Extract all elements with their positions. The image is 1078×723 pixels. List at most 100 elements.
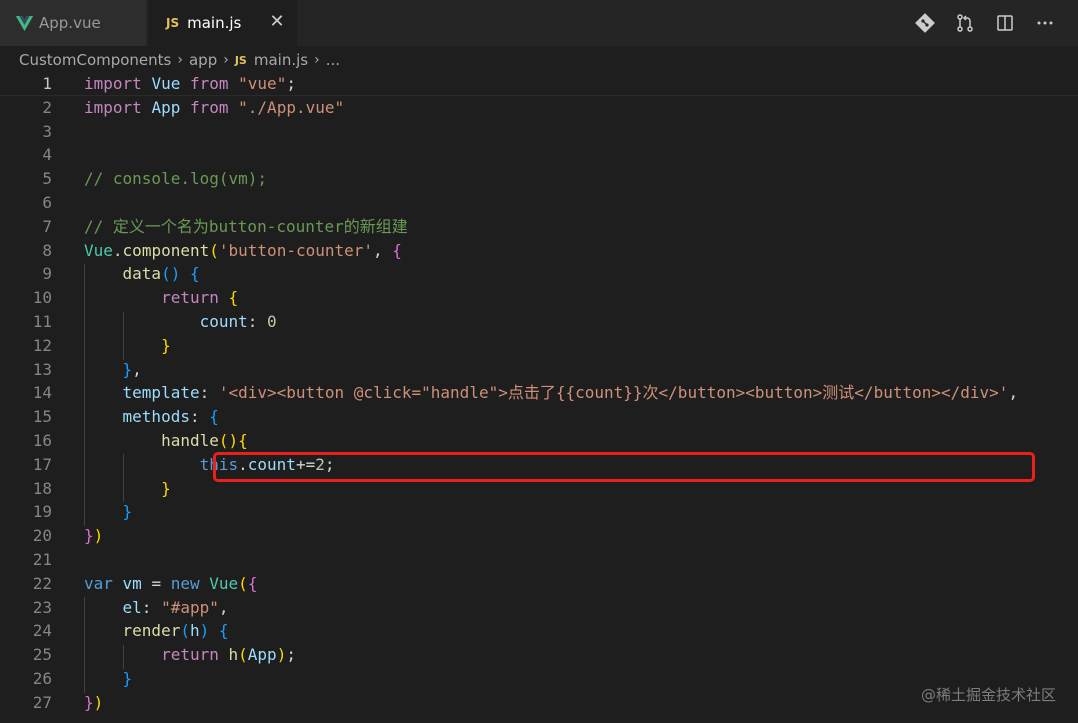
line-number: 25 <box>32 645 52 665</box>
code-token: methods <box>122 407 190 427</box>
code-token: ; <box>286 645 296 665</box>
code-token: "#app" <box>161 597 219 617</box>
code-line[interactable]: 23 el: "#app", <box>0 596 1078 620</box>
split-editor-icon[interactable] <box>994 12 1016 34</box>
code-line[interactable]: 11 count: 0 <box>0 310 1078 334</box>
code-text: el: "#app", <box>84 596 229 620</box>
code-token: render <box>122 621 181 641</box>
code-token: , <box>218 597 229 617</box>
code-line[interactable]: 9 data() { <box>0 262 1078 286</box>
code-token: Vue <box>151 74 181 93</box>
line-number: 7 <box>42 216 52 236</box>
line-number: 6 <box>42 193 52 212</box>
chevron-right-icon: › <box>223 52 229 68</box>
code-line[interactable]: 2 import App from "./App.vue" <box>0 96 1078 120</box>
line-number: 9 <box>42 264 52 284</box>
code-line[interactable]: 24 render(h) { <box>0 619 1078 643</box>
code-token: : <box>141 597 162 617</box>
pull-request-icon[interactable] <box>954 12 976 34</box>
line-number: 27 <box>32 692 52 712</box>
code-token: : <box>189 407 210 427</box>
code-text: }, <box>84 358 142 382</box>
close-icon[interactable]: ✕ <box>269 13 285 31</box>
vue-icon <box>16 15 33 31</box>
tab-app-vue[interactable]: App.vue <box>0 0 146 46</box>
code-token: 0 <box>267 312 277 331</box>
code-line[interactable]: 20}) <box>0 524 1078 548</box>
code-token: : <box>199 383 219 403</box>
code-editor[interactable]: 1 import Vue from "vue"; 2 import App from … <box>0 74 1078 723</box>
code-line[interactable]: 14 template: '<div><button @click="handl… <box>0 381 1078 405</box>
code-token: import <box>84 74 142 93</box>
code-line[interactable]: 19 } <box>0 500 1078 524</box>
code-line[interactable]: 27}) <box>0 691 1078 715</box>
highlight-box <box>213 452 1035 482</box>
more-actions-icon[interactable] <box>1034 12 1056 34</box>
line-number: 12 <box>32 335 52 355</box>
breadcrumb-item-app[interactable]: app <box>189 51 217 69</box>
code-token: { <box>228 288 239 308</box>
code-line[interactable]: 10 return { <box>0 286 1078 310</box>
line-number: 13 <box>32 359 52 379</box>
line-number: 3 <box>42 121 52 141</box>
code-text: }) <box>84 691 103 715</box>
code-token: = <box>141 573 171 593</box>
code-line[interactable]: 13 }, <box>0 358 1078 382</box>
breadcrumb-item-symbols[interactable]: ... <box>326 51 340 69</box>
code-line[interactable]: 25 return h(App); <box>0 643 1078 667</box>
code-line[interactable]: 12 } <box>0 334 1078 358</box>
code-token: } <box>122 669 133 688</box>
code-text: } <box>84 500 133 524</box>
code-line[interactable]: 21 <box>0 548 1078 572</box>
code-token: ( <box>209 240 219 260</box>
code-line[interactable]: 7 // 定义一个名为button-counter的新组建 <box>0 215 1078 239</box>
code-token: { <box>392 240 402 260</box>
code-token: vm <box>122 573 142 593</box>
breadcrumb-item-file[interactable]: main.js <box>254 51 308 69</box>
code-line[interactable]: 3 <box>0 120 1078 144</box>
code-text: import Vue from "vue"; <box>84 74 296 96</box>
code-text: } <box>84 334 171 358</box>
line-number: 8 <box>42 240 52 260</box>
code-token: // console.log(vm); <box>84 169 268 189</box>
line-number: 2 <box>42 97 52 117</box>
line-number: 22 <box>32 573 52 593</box>
line-number: 19 <box>32 502 52 522</box>
code-text: data() { <box>84 262 200 286</box>
code-token: } <box>161 335 171 355</box>
code-line[interactable]: 4 <box>0 143 1078 167</box>
code-line[interactable]: 26 } <box>0 667 1078 691</box>
breadcrumb-item-folder[interactable]: CustomComponents <box>19 51 171 69</box>
git-compare-icon[interactable] <box>914 12 936 34</box>
code-line[interactable]: 16 handle(){ <box>0 429 1078 453</box>
code-line[interactable]: 8 Vue.component('button-counter', { <box>0 239 1078 263</box>
code-line[interactable]: 15 methods: { <box>0 405 1078 429</box>
code-text: return { <box>84 286 238 310</box>
code-line[interactable]: 22 var vm = new Vue({ <box>0 572 1078 596</box>
code-token: from <box>189 97 229 117</box>
code-token: ) <box>199 621 210 641</box>
code-text: handle(){ <box>84 429 248 453</box>
chevron-right-icon: › <box>314 52 320 68</box>
code-line[interactable]: 5 // console.log(vm); <box>0 167 1078 191</box>
tab-main-js[interactable]: JS main.js ✕ <box>148 0 297 46</box>
code-line[interactable]: 1 import Vue from "vue"; <box>0 74 1078 96</box>
line-number: 18 <box>32 478 52 498</box>
code-token: data <box>122 264 162 284</box>
code-token: el <box>122 597 142 617</box>
line-number: 14 <box>32 383 52 403</box>
code-token: component <box>122 240 210 260</box>
code-line[interactable]: 6 <box>0 191 1078 215</box>
line-number: 21 <box>32 550 52 569</box>
code-token: } <box>122 359 133 379</box>
